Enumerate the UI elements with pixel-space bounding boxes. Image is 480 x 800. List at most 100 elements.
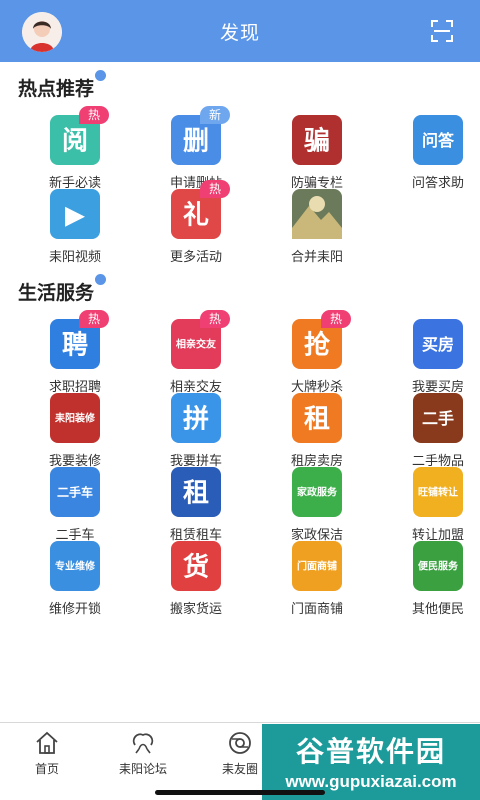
icon-glyph: 租 <box>183 478 209 508</box>
icon-wrap: 骗 <box>291 114 343 166</box>
icon-glyph: 租 <box>304 404 330 434</box>
icon-wrap: 相亲交友 热 <box>170 310 230 370</box>
icon-glyph: 专业维修 <box>55 560 96 573</box>
watermark: 谷普软件园 www.gupuxiazai.com <box>262 724 480 800</box>
grid-item-convenience[interactable]: 便民服务 其他便民 <box>383 540 480 617</box>
grid-item-video[interactable]: ▶ 耒阳视频 <box>20 188 130 265</box>
section-title-label: 热点推荐 <box>18 79 95 100</box>
qa-icon: 问答 <box>413 115 463 165</box>
item-label: 其他便民 <box>411 601 464 616</box>
grid-item-housekeeping[interactable]: 家政服务 家政保洁 <box>262 466 372 543</box>
icon-wrap: 抢热 <box>291 310 351 370</box>
icon-glyph: 问答 <box>422 131 455 150</box>
badge: 热 <box>321 310 351 328</box>
icon-glyph: 相亲交友 <box>176 338 216 351</box>
grid-item-job[interactable]: 聘热求职招聘 <box>20 310 130 395</box>
item-label: 耒阳视频 <box>48 249 101 264</box>
icon-wrap: 便民服务 <box>412 540 464 592</box>
rent-icon: 租 <box>292 393 342 443</box>
grid-item-carpool[interactable]: 拼我要拼车 <box>141 392 251 469</box>
tab-home[interactable]: 首页 <box>2 729 92 777</box>
grid-item-used-car[interactable]: 二手车 二手车 <box>20 466 130 543</box>
grid-item-rent[interactable]: 租租房卖房 <box>262 392 372 469</box>
grid-item-secondhand[interactable]: 二手 二手物品 <box>383 392 480 469</box>
icon-wrap: 阅热 <box>49 106 109 166</box>
badge: 热 <box>200 310 230 328</box>
icon-wrap: 删新 <box>170 106 230 166</box>
shop-icon: 门面商铺 <box>292 541 342 591</box>
watermark-url: www.gupuxiazai.com <box>285 772 457 791</box>
carpool-icon: 拼 <box>171 393 221 443</box>
anti-fraud-icon: 骗 <box>292 115 342 165</box>
icon-wrap: 旺铺转让 <box>412 466 464 518</box>
icon-wrap: 拼 <box>170 392 222 444</box>
icon-wrap: 专业维修 <box>49 540 101 592</box>
icon-glyph: 二手 <box>422 409 454 428</box>
grid-item-buy-house[interactable]: 买房 我要买房 <box>383 318 480 395</box>
grid-item-moving[interactable]: 货搬家货运 <box>141 540 251 617</box>
circle-icon <box>229 732 251 754</box>
icon-glyph: 买房 <box>422 335 454 354</box>
icon-glyph: 门面商铺 <box>297 560 337 573</box>
home-icon <box>36 731 58 754</box>
grid-item-flash-sale[interactable]: 抢热大牌秒杀 <box>262 310 372 395</box>
icon-wrap: 二手 <box>412 392 464 444</box>
icon-wrap: 礼热 <box>170 180 230 240</box>
badge: 新 <box>200 106 230 124</box>
truck-rental-icon: 租 <box>171 467 221 517</box>
badge: 热 <box>200 180 230 198</box>
icon-wrap: 买房 <box>412 318 464 370</box>
icon-wrap: 问答 <box>412 114 464 166</box>
icon-glyph: 抢 <box>304 329 331 360</box>
repair-icon: 专业维修 <box>50 541 100 591</box>
photo-icon <box>292 189 342 239</box>
scan-icon <box>431 20 453 42</box>
renovation-icon: 耒阳装修 <box>50 393 100 443</box>
housekeeping-icon: 家政服务 <box>292 467 342 517</box>
home-indicator <box>155 790 325 795</box>
icon-wrap: 耒阳装修 <box>49 392 101 444</box>
secondhand-icon: 二手 <box>413 393 463 443</box>
watermark-title: 谷普软件园 <box>295 736 446 767</box>
grid-item-anti-fraud[interactable]: 骗防骗专栏 <box>262 114 372 191</box>
grid-item-book[interactable]: 阅热新手必读 <box>20 106 130 191</box>
icon-wrap: 租 <box>170 466 222 518</box>
item-label: 合并耒阳 <box>290 249 343 264</box>
icon-glyph: 删 <box>183 126 209 156</box>
tab-label: 耒阳论坛 <box>118 762 167 776</box>
icon-wrap: 二手车 <box>49 466 101 518</box>
item-label: 更多活动 <box>169 249 222 264</box>
grid-item-photo[interactable]: 合并耒阳 <box>262 188 372 265</box>
grid-item-qa[interactable]: 问答 问答求助 <box>383 114 480 191</box>
icon-wrap: 租 <box>291 392 343 444</box>
icon-wrap: 聘热 <box>49 310 109 370</box>
icon-wrap: ▶ <box>49 188 101 240</box>
icon-glyph: 二手车 <box>57 484 93 499</box>
buy-house-icon: 买房 <box>413 319 463 369</box>
top-header: 发现 <box>0 0 480 62</box>
grid-item-renovation[interactable]: 耒阳装修 我要装修 <box>20 392 130 469</box>
grid-item-transfer[interactable]: 旺铺转让 转让加盟 <box>383 466 480 543</box>
grid-item-dating[interactable]: 相亲交友 热相亲交友 <box>141 310 251 395</box>
icon-glyph: 旺铺转让 <box>418 486 458 499</box>
grid-item-truck-rental[interactable]: 租租赁租车 <box>141 466 251 543</box>
forum-icon <box>132 733 154 754</box>
grid-item-repair[interactable]: 专业维修 维修开锁 <box>20 540 130 617</box>
icon-glyph: 骗 <box>304 125 330 156</box>
moving-icon: 货 <box>171 541 221 591</box>
section-title-label: 生活服务 <box>18 283 95 304</box>
badge: 热 <box>79 106 109 124</box>
grid-item-gift[interactable]: 礼热更多活动 <box>141 180 251 265</box>
icon-glyph: 阅 <box>62 126 88 156</box>
icon-glyph: 耒阳装修 <box>55 412 96 425</box>
grid-item-shop[interactable]: 门面商铺 门面商铺 <box>262 540 372 617</box>
grid-item-delete-post[interactable]: 删新申请删帖 <box>141 106 251 191</box>
transfer-icon: 旺铺转让 <box>413 467 463 517</box>
scan-button[interactable] <box>430 19 454 43</box>
item-label: 问答求助 <box>411 175 464 190</box>
tab-forum[interactable]: 耒阳论坛 <box>98 729 188 777</box>
icon-glyph: 便民服务 <box>418 560 459 573</box>
icon-wrap <box>291 188 343 240</box>
item-label: 维修开锁 <box>48 601 101 616</box>
icon-glyph: 聘 <box>62 330 88 360</box>
